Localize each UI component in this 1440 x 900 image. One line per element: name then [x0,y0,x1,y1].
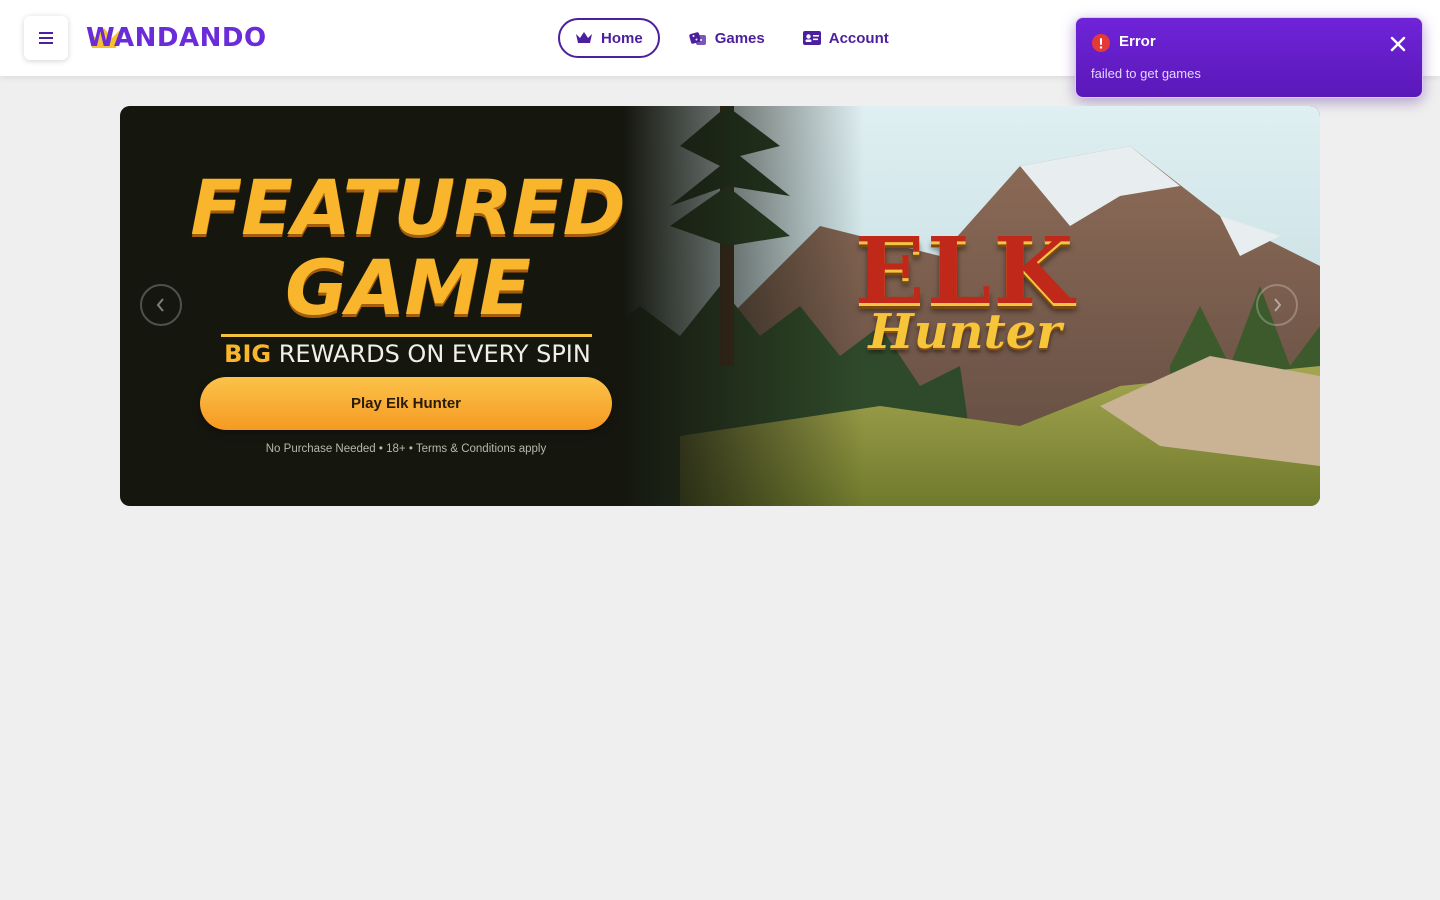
nav-account-label: Account [828,29,889,47]
close-icon[interactable] [1388,34,1408,54]
featured-heading-line1: FEATURED [190,163,625,252]
disclaimer-text: No Purchase Needed • 18+ • Terms & Condi… [265,443,547,455]
alert-icon [1092,34,1110,52]
featured-game-banner[interactable]: ELK Hunter FEATURED GAME BIG REWARDS ON … [120,106,1320,506]
id-card-icon [802,31,821,45]
nav-home-label: Home [601,29,643,47]
brand-logo[interactable]: WANDANDO [86,22,267,54]
carousel-next-button[interactable] [1256,284,1298,326]
tagline-text: REWARDS ON EVERY SPIN [278,340,591,368]
featured-game-heading: FEATURED GAME [190,168,625,328]
carousel-prev-button[interactable] [140,284,182,326]
game-logo-word-1: ELK [854,217,1076,325]
elk-hunter-game-logo: ELK Hunter [820,217,1110,356]
play-game-button[interactable]: Play Elk Hunter [200,377,612,430]
nav-account[interactable]: Account [786,18,906,58]
toast-title: Error [1119,33,1156,50]
dice-icon [689,32,706,45]
featured-heading-line2: GAME [285,243,531,332]
chevron-right-icon [1274,298,1282,312]
main-nav: Home Games Account [558,16,906,60]
hamburger-menu-button[interactable] [24,16,68,60]
logo-text: WANDANDO [86,23,267,53]
hamburger-icon [39,32,53,44]
rewards-tagline: BIG REWARDS ON EVERY SPIN [190,340,625,368]
nav-games[interactable]: Games [672,18,782,58]
nav-games-label: Games [714,29,765,47]
heading-divider [221,334,592,337]
crown-icon [576,32,592,43]
error-toast: Error failed to get games [1075,17,1423,98]
chevron-left-icon [156,298,164,312]
toast-message: failed to get games [1091,66,1201,81]
nav-home[interactable]: Home [558,18,660,58]
tagline-emphasis: BIG [224,340,272,368]
